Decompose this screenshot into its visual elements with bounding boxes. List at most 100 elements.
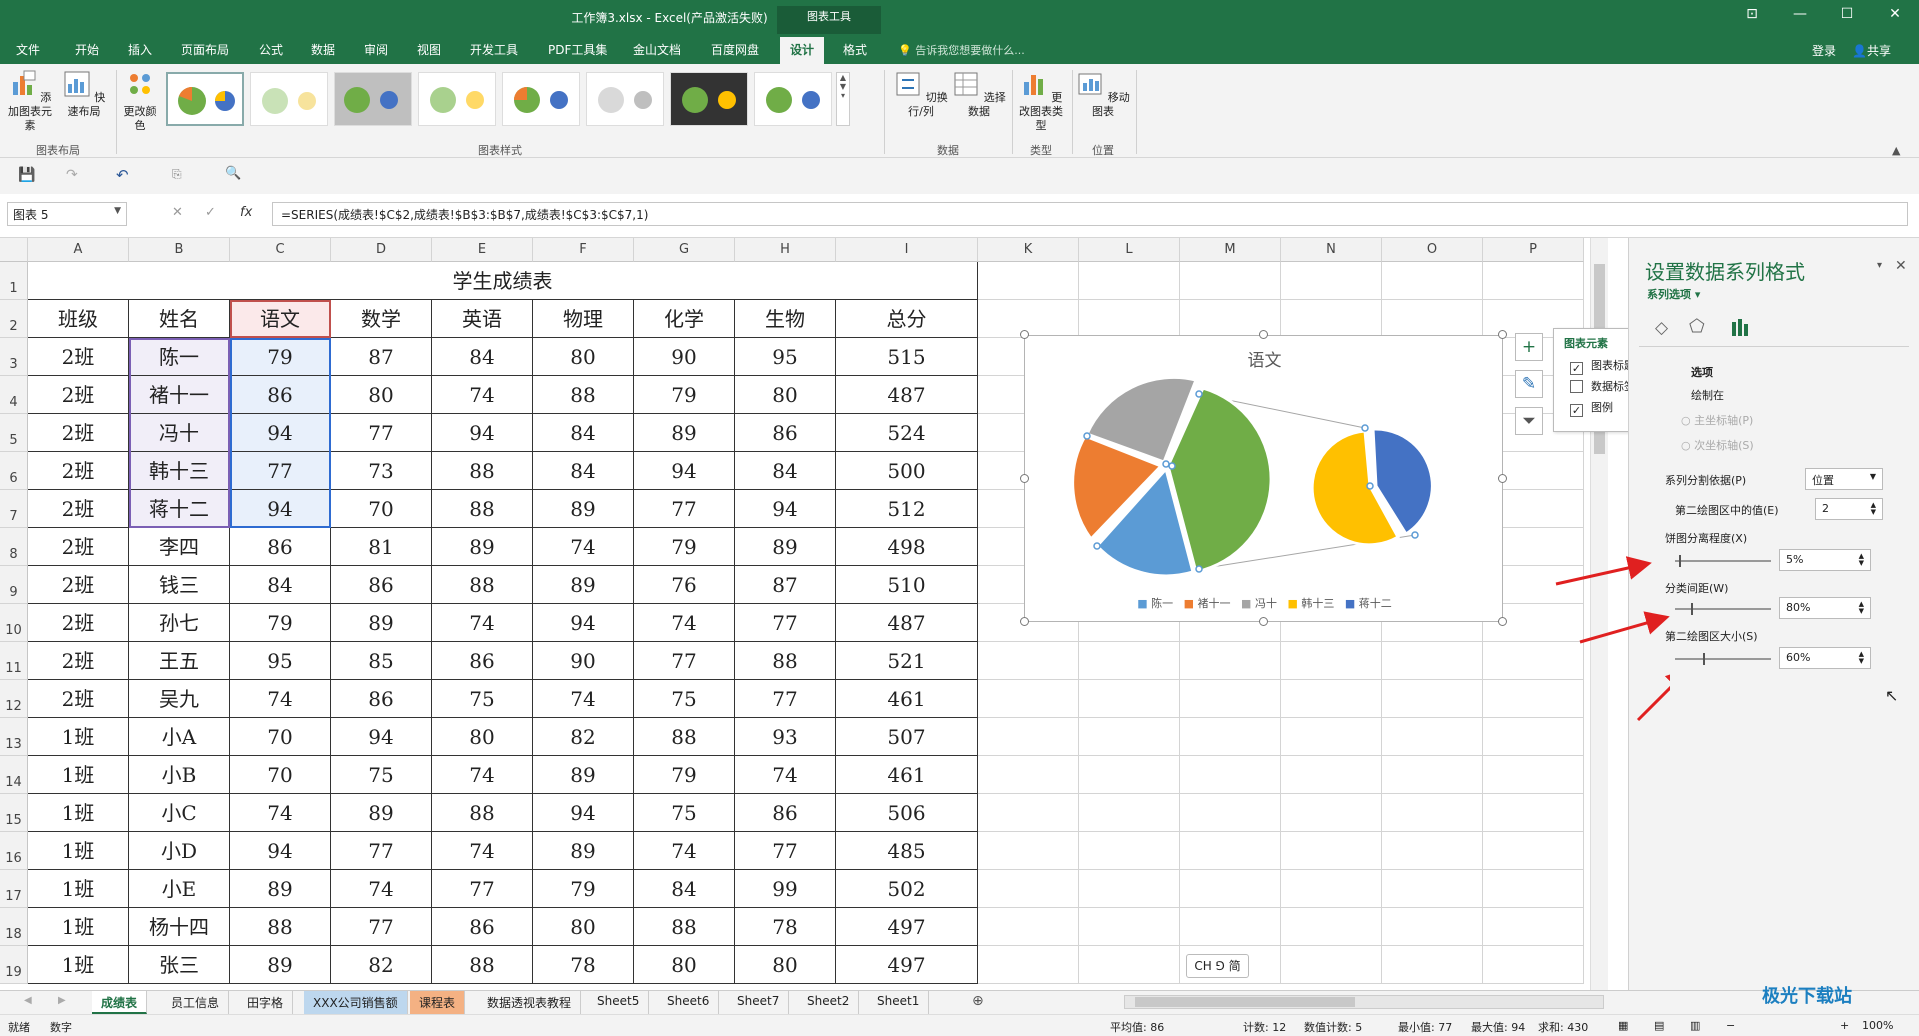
column-header[interactable]: G <box>634 238 735 262</box>
grid-cell[interactable] <box>978 262 1079 300</box>
grid-cell[interactable] <box>1483 832 1584 870</box>
data-cell[interactable]: 87 <box>331 338 432 376</box>
data-cell[interactable]: 94 <box>230 832 331 870</box>
tab-baidu-netdisk[interactable]: 百度网盘 <box>711 41 759 58</box>
grid-cell[interactable] <box>978 680 1079 718</box>
data-labels-toggle[interactable]: 数据标签 <box>1570 378 1635 394</box>
data-cell[interactable]: 74 <box>533 680 634 718</box>
row-header[interactable]: 14 <box>0 756 28 794</box>
data-cell[interactable]: 88 <box>432 490 533 528</box>
header-cell[interactable]: 数学 <box>331 300 432 338</box>
header-cell[interactable]: 物理 <box>533 300 634 338</box>
row-header[interactable]: 5 <box>0 414 28 452</box>
ime-indicator[interactable]: CH ⅁ 简 <box>1186 954 1249 978</box>
select-data-button[interactable]: 选择数据 <box>952 70 1006 119</box>
grid-cell[interactable] <box>1483 870 1584 908</box>
grid-cell[interactable] <box>978 718 1079 756</box>
grid-cell[interactable] <box>1382 870 1483 908</box>
data-cell[interactable]: 70 <box>230 756 331 794</box>
grid-cell[interactable] <box>1079 262 1180 300</box>
series-options-dropdown[interactable]: 系列选项 ▾ <box>1647 286 1700 302</box>
data-cell[interactable]: 75 <box>432 680 533 718</box>
header-cell[interactable]: 化学 <box>634 300 735 338</box>
data-cell[interactable]: 1班 <box>28 718 129 756</box>
data-cell[interactable]: 79 <box>533 870 634 908</box>
data-cell[interactable]: 70 <box>331 490 432 528</box>
slider-knob[interactable] <box>1703 653 1705 665</box>
header-cell[interactable]: 班级 <box>28 300 129 338</box>
data-cell[interactable]: 2班 <box>28 528 129 566</box>
grid-cell[interactable] <box>1281 832 1382 870</box>
enter-icon[interactable]: ✓ <box>205 205 216 220</box>
sheet-title-cell[interactable]: 学生成绩表 <box>28 262 978 300</box>
grid-cell[interactable] <box>1483 908 1584 946</box>
data-cell[interactable]: 1班 <box>28 946 129 984</box>
header-cell[interactable]: 英语 <box>432 300 533 338</box>
grid-cell[interactable] <box>1382 300 1483 338</box>
data-cell[interactable]: 小C <box>129 794 230 832</box>
data-cell[interactable]: 79 <box>634 528 735 566</box>
data-cell[interactable]: 94 <box>331 718 432 756</box>
row-header[interactable]: 11 <box>0 642 28 680</box>
data-cell[interactable]: 84 <box>735 452 836 490</box>
close-button[interactable]: ✕ <box>1880 6 1910 22</box>
data-cell[interactable]: 86 <box>331 566 432 604</box>
tab-developer[interactable]: 开发工具 <box>470 41 518 58</box>
grid-cell[interactable] <box>1382 832 1483 870</box>
second-plot-size-slider[interactable] <box>1675 653 1771 665</box>
data-cell[interactable]: 487 <box>836 376 978 414</box>
data-cell[interactable]: 88 <box>634 908 735 946</box>
sheet-tab[interactable]: 田字格 <box>238 991 294 1014</box>
sheet-tab[interactable]: Sheet6 <box>658 991 720 1014</box>
resize-handle[interactable] <box>1498 617 1507 626</box>
grid-cell[interactable] <box>1382 946 1483 984</box>
data-cell[interactable]: 78 <box>533 946 634 984</box>
data-cell[interactable]: 小A <box>129 718 230 756</box>
data-cell[interactable]: 2班 <box>28 604 129 642</box>
checkbox-checked-icon[interactable]: ✓ <box>1570 404 1583 417</box>
data-cell[interactable]: 76 <box>634 566 735 604</box>
data-cell[interactable]: 2班 <box>28 642 129 680</box>
data-cell[interactable]: 521 <box>836 642 978 680</box>
column-header[interactable]: D <box>331 238 432 262</box>
data-cell[interactable]: 89 <box>634 414 735 452</box>
data-cell[interactable]: 89 <box>735 528 836 566</box>
grid-cell[interactable] <box>978 946 1079 984</box>
data-cell[interactable]: 70 <box>230 718 331 756</box>
chart-legend[interactable]: ■ 陈一 ■ 褚十一 ■ 冯十 ■ 韩十三 ■ 蒋十二 <box>1025 595 1504 611</box>
spinner-icon[interactable]: ▲ ▼ <box>1859 601 1864 615</box>
data-cell[interactable]: 497 <box>836 946 978 984</box>
data-cell[interactable]: 88 <box>432 452 533 490</box>
data-cell[interactable]: 498 <box>836 528 978 566</box>
data-cell[interactable]: 80 <box>634 946 735 984</box>
page-break-view-icon[interactable]: ▥ <box>1690 1019 1700 1032</box>
data-cell[interactable]: 500 <box>836 452 978 490</box>
grid-cell[interactable] <box>1079 794 1180 832</box>
column-header[interactable]: K <box>978 238 1079 262</box>
data-cell[interactable]: 89 <box>230 946 331 984</box>
data-cell[interactable]: 88 <box>230 908 331 946</box>
data-cell[interactable]: 86 <box>432 642 533 680</box>
data-cell[interactable]: 80 <box>331 376 432 414</box>
change-colors-button[interactable]: 更改颜色 <box>120 70 160 133</box>
row-header[interactable]: 13 <box>0 718 28 756</box>
insert-function-icon[interactable]: fx <box>240 205 252 220</box>
data-cell[interactable]: 507 <box>836 718 978 756</box>
sheet-tab[interactable]: 成绩表 <box>92 991 148 1014</box>
grid-cell[interactable] <box>1281 300 1382 338</box>
tab-review[interactable]: 审阅 <box>364 41 388 58</box>
data-cell[interactable]: 张三 <box>129 946 230 984</box>
data-cell[interactable]: 75 <box>331 756 432 794</box>
data-cell[interactable]: 84 <box>533 414 634 452</box>
tab-file[interactable]: 文件 <box>16 41 40 58</box>
data-cell[interactable]: 77 <box>432 870 533 908</box>
data-cell[interactable]: 75 <box>634 680 735 718</box>
column-header[interactable]: B <box>129 238 230 262</box>
data-cell[interactable]: 94 <box>735 490 836 528</box>
column-header[interactable]: N <box>1281 238 1382 262</box>
grid-cell[interactable] <box>978 756 1079 794</box>
second-plot-size-input[interactable]: 60% ▲ ▼ <box>1779 647 1871 669</box>
column-header[interactable]: E <box>432 238 533 262</box>
pie-of-pie-chart[interactable]: 语文 ■ 陈一 ■ 褚十一 ■ 冯十 ■ 韩十三 ■ 蒋十二 <box>1024 335 1503 622</box>
grid-cell[interactable] <box>1079 908 1180 946</box>
